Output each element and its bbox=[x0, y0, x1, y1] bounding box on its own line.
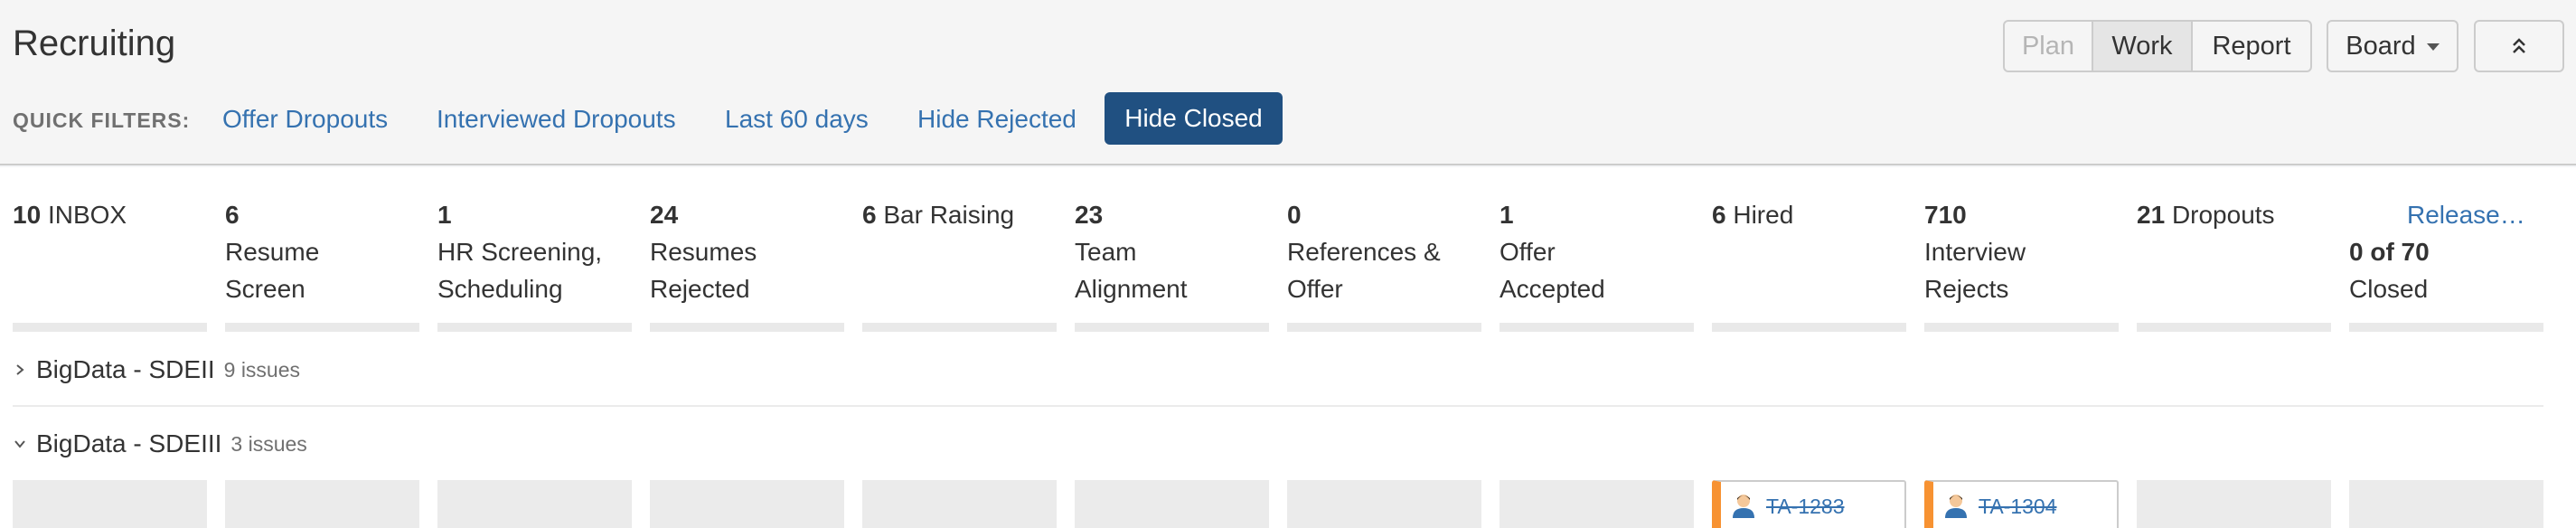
avatar-icon bbox=[1730, 491, 1757, 518]
column-bar bbox=[1075, 323, 1269, 332]
quick-filter-last-60-days[interactable]: Last 60 days bbox=[725, 105, 869, 134]
column-count: 24 bbox=[650, 201, 679, 229]
column-count: 710 bbox=[1924, 201, 1967, 229]
column-count: 6 bbox=[1712, 201, 1726, 229]
issue-key-link[interactable]: TA-1283 bbox=[1766, 495, 1845, 519]
column-bar bbox=[1924, 323, 2119, 332]
column-count: 0 bbox=[1287, 201, 1302, 229]
column-count: 6 bbox=[225, 201, 240, 229]
issue-card[interactable]: TA-1304 bbox=[1924, 480, 2119, 528]
column-header-dropouts[interactable]: 21 Dropouts bbox=[2137, 196, 2275, 233]
column-count: 10 bbox=[13, 201, 42, 229]
collapse-header-button[interactable] bbox=[2474, 20, 2564, 72]
board-area: 10 INBOX 6 Resume Screen 1 HR Screening, S… bbox=[0, 167, 2576, 528]
column-cell bbox=[225, 480, 419, 528]
column-header-interview-rejects[interactable]: 710 Interview Rejects bbox=[1924, 196, 2060, 307]
column-cell bbox=[13, 480, 207, 528]
issue-card[interactable]: TA-1283 bbox=[1712, 480, 1906, 528]
column-count: 6 bbox=[862, 201, 877, 229]
column-header-offer-accepted[interactable]: 1 Offer Accepted bbox=[1500, 196, 1635, 307]
column-name: Closed bbox=[2349, 275, 2429, 303]
quick-filter-offer-dropouts[interactable]: Offer Dropouts bbox=[222, 105, 388, 134]
column-cell bbox=[1287, 480, 1481, 528]
column-header-inbox[interactable]: 10 INBOX bbox=[13, 196, 127, 233]
column-name: Bar Raising bbox=[883, 201, 1015, 229]
column-bar bbox=[862, 323, 1057, 332]
column-cell bbox=[1075, 480, 1269, 528]
column-header-references-offer[interactable]: 0 References & Offer bbox=[1287, 196, 1477, 307]
column-header-closed: Release… 0 of 70 Closed bbox=[2349, 196, 2543, 307]
double-chevron-up-icon bbox=[2513, 38, 2525, 53]
column-bar bbox=[1500, 323, 1694, 332]
swimlane-bigdata-sdeiii[interactable]: BigData - SDEIII 3 issues bbox=[13, 429, 307, 458]
column-cell bbox=[2137, 480, 2331, 528]
swimlane-issue-count: 9 issues bbox=[223, 357, 301, 382]
column-name: Resume Screen bbox=[225, 238, 320, 303]
column-cell bbox=[437, 480, 632, 528]
column-header-resume-screen[interactable]: 6 Resume Screen bbox=[225, 196, 406, 307]
column-bar bbox=[437, 323, 632, 332]
swimlane-name: BigData - SDEII bbox=[36, 355, 215, 383]
avatar-icon bbox=[1942, 491, 1970, 518]
column-name: Hired bbox=[1733, 201, 1794, 229]
quick-filter-hide-closed[interactable]: Hide Closed bbox=[1105, 92, 1283, 145]
plan-view-button[interactable]: Plan bbox=[2005, 22, 2093, 71]
column-name: Dropouts bbox=[2171, 201, 2275, 229]
column-bar bbox=[2137, 323, 2331, 332]
column-count: 1 bbox=[1500, 201, 1514, 229]
column-name: HR Screening, Scheduling bbox=[437, 238, 603, 303]
column-bar bbox=[1712, 323, 1906, 332]
column-name: References & Offer bbox=[1287, 238, 1441, 303]
column-bar bbox=[2349, 323, 2543, 332]
quick-filter-interviewed-dropouts[interactable]: Interviewed Dropouts bbox=[437, 105, 676, 134]
work-view-button[interactable]: Work bbox=[2093, 22, 2193, 71]
report-view-button[interactable]: Report bbox=[2193, 22, 2310, 71]
column-count: 21 bbox=[2137, 201, 2166, 229]
release-link[interactable]: Release… bbox=[2407, 201, 2525, 229]
column-name: Interview Rejects bbox=[1924, 238, 2026, 303]
column-name: Team Alignment bbox=[1075, 238, 1188, 303]
swimlane-divider bbox=[13, 405, 2543, 407]
page-title: Recruiting bbox=[13, 24, 176, 63]
chevron-right-icon bbox=[16, 364, 24, 375]
column-bar bbox=[13, 323, 207, 332]
column-name: Offer Accepted bbox=[1500, 238, 1605, 303]
column-bar bbox=[1287, 323, 1481, 332]
quick-filter-hide-rejected[interactable]: Hide Rejected bbox=[917, 105, 1076, 134]
column-cell bbox=[1500, 480, 1694, 528]
column-header-resumes-rejected[interactable]: 24 Resumes Rejected bbox=[650, 196, 831, 307]
column-name: INBOX bbox=[47, 201, 127, 229]
column-bar bbox=[650, 323, 844, 332]
column-bar bbox=[225, 323, 419, 332]
column-cell bbox=[862, 480, 1057, 528]
swimlane-name: BigData - SDEIII bbox=[36, 429, 222, 457]
column-count: 23 bbox=[1075, 201, 1104, 229]
column-count: 0 of 70 bbox=[2349, 238, 2430, 266]
column-header-hired[interactable]: 6 Hired bbox=[1712, 196, 1793, 233]
column-cell bbox=[650, 480, 844, 528]
column-cell bbox=[2349, 480, 2543, 528]
column-count: 1 bbox=[437, 201, 452, 229]
column-name: Resumes Rejected bbox=[650, 238, 757, 303]
issue-key-link[interactable]: TA-1304 bbox=[1979, 495, 2057, 519]
board-menu-label: Board bbox=[2346, 31, 2416, 61]
column-header-bar-raising[interactable]: 6 Bar Raising bbox=[862, 196, 1014, 233]
column-header-hr-screening[interactable]: 1 HR Screening, Scheduling bbox=[437, 196, 627, 307]
swimlane-bigdata-sdeii[interactable]: BigData - SDEII 9 issues bbox=[13, 355, 300, 384]
board-header: Recruiting Plan Work Report Board QUICK … bbox=[0, 0, 2576, 165]
swimlane-issue-count: 3 issues bbox=[230, 431, 307, 456]
column-header-team-alignment[interactable]: 23 Team Alignment bbox=[1075, 196, 1210, 307]
quick-filters-label: QUICK FILTERS: bbox=[13, 108, 191, 132]
view-switcher: Plan Work Report bbox=[2003, 20, 2312, 72]
chevron-down-icon bbox=[2426, 43, 2440, 51]
chevron-down-icon bbox=[14, 440, 25, 448]
board-menu-button[interactable]: Board bbox=[2327, 20, 2458, 72]
